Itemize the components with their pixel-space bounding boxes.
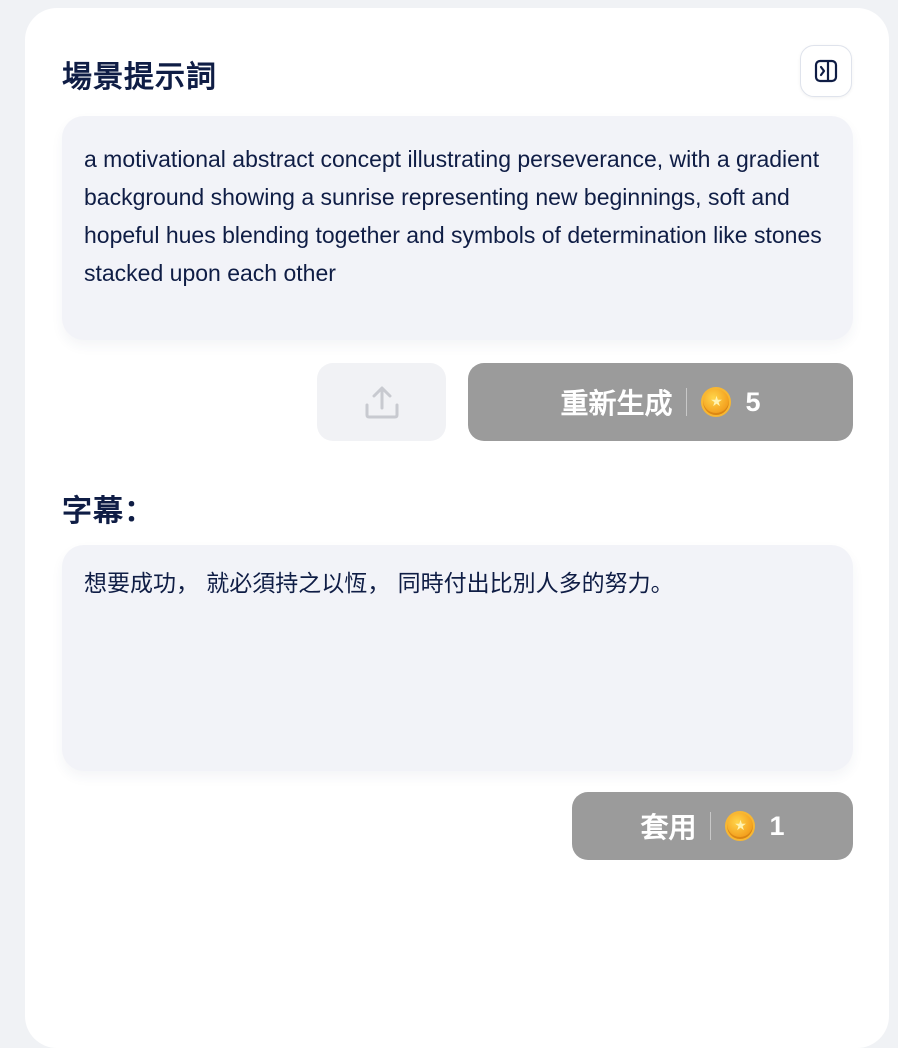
upload-button[interactable] <box>317 363 446 441</box>
regenerate-label: 重新生成 <box>560 387 673 420</box>
subtitle-title: 字幕： <box>62 494 155 529</box>
apply-cost: 1 <box>769 810 785 841</box>
subtitle-textarea[interactable]: 想要成功， 就必須持之以恆， 同時付出比別人多的努力。 <box>62 545 853 771</box>
coin-icon: ★ <box>701 387 732 417</box>
scene-prompt-textarea[interactable]: a motivational abstract concept illustra… <box>62 116 853 340</box>
regenerate-button[interactable]: 重新生成 ★ 5 <box>468 363 853 441</box>
panel-toggle-button[interactable] <box>800 45 852 97</box>
apply-button[interactable]: 套用 ★ 1 <box>572 792 853 860</box>
coin-icon: ★ <box>725 811 756 841</box>
side-panel: 場景提示詞 a motivational abstract concept il… <box>25 8 889 1048</box>
regenerate-cost: 5 <box>745 386 761 417</box>
button-divider <box>686 388 688 416</box>
apply-label: 套用 <box>640 811 697 844</box>
upload-icon <box>365 386 398 419</box>
scene-prompt-title: 場景提示詞 <box>62 60 217 95</box>
panel-toggle-icon <box>814 59 838 83</box>
button-divider <box>710 812 712 840</box>
